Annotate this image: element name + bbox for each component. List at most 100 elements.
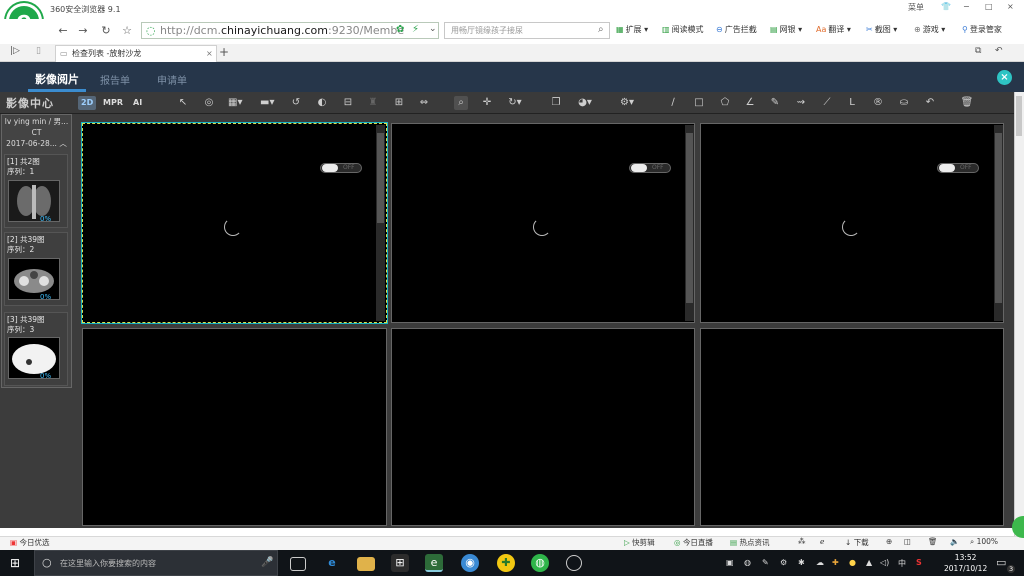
browser-tab[interactable]: ▭ 检查列表 -放射沙龙 ×	[55, 45, 217, 62]
mode-ai-button[interactable]: AI	[130, 96, 145, 110]
zoom-level[interactable]: ⌕ 100%	[970, 537, 998, 547]
back-icon[interactable]: ←	[56, 24, 70, 38]
series-layout-icon[interactable]: ▬▾	[260, 96, 274, 110]
restore-tabs-icon[interactable]: ⧉	[975, 46, 981, 56]
page-scrollbar[interactable]	[1014, 92, 1024, 542]
select-pointer-icon[interactable]: ↖	[176, 96, 190, 110]
rotate-icon[interactable]: ↺	[289, 96, 303, 110]
invert-icon[interactable]: ◐	[315, 96, 329, 110]
edge-icon[interactable]: e	[323, 554, 341, 572]
speed-icon[interactable]: ✿	[396, 24, 404, 35]
arrow-annotation-icon[interactable]: ⇝	[794, 96, 808, 110]
overlay-toggle[interactable]: OFF	[937, 163, 979, 173]
banking-button[interactable]: ▤ 网银 ▾	[770, 24, 802, 35]
trash-status-icon[interactable]: 🗑	[928, 537, 938, 546]
layout-grid-icon[interactable]: ▦▾	[228, 96, 242, 110]
viewport-1-scroll-thumb[interactable]	[377, 133, 384, 223]
undo-icon[interactable]: ↶	[923, 96, 937, 110]
notification-center-icon[interactable]: ▭	[996, 556, 1006, 569]
copy-icon[interactable]: ❐	[549, 96, 563, 110]
line-measure-icon[interactable]: ∕	[666, 96, 680, 110]
download-button[interactable]: ↓ 下载	[845, 537, 869, 548]
maximize-button[interactable]: □	[985, 2, 993, 11]
forward-icon[interactable]: →	[76, 24, 90, 38]
new-tab-button[interactable]: +	[219, 46, 229, 58]
refresh-icon[interactable]: ↻	[99, 24, 113, 38]
ad-block-button[interactable]: ⊖ 广告拦截	[716, 24, 757, 35]
minimize-button[interactable]: −	[963, 2, 970, 11]
page-icon[interactable]: ▯	[36, 46, 41, 56]
close-window-button[interactable]: ×	[1007, 2, 1014, 11]
reset-rotate-icon[interactable]: ↻▾	[508, 96, 522, 110]
page-scrollbar-thumb[interactable]	[1016, 96, 1022, 136]
fit-icon[interactable]: ⊟	[341, 96, 355, 110]
browser-360-taskbar-icon[interactable]: e	[425, 554, 443, 572]
ruler-icon[interactable]: ⟋	[820, 96, 834, 110]
task-view-icon[interactable]	[290, 557, 306, 571]
windows-start-icon[interactable]: ⊞	[10, 556, 24, 570]
mute-icon[interactable]: ◫	[904, 537, 911, 546]
extensions-button[interactable]: ▦ 扩展 ▾	[616, 24, 648, 35]
eraser-icon[interactable]: ✎	[768, 96, 782, 110]
sync-icon[interactable]: ⇔	[417, 96, 431, 110]
polygon-icon[interactable]: ⬠	[718, 96, 732, 110]
browser-search-input[interactable]: 用畅厅镜缘孩子接尿	[444, 22, 610, 39]
chrome-icon[interactable]: ◉	[461, 554, 479, 572]
l-shape-icon[interactable]: L	[845, 96, 859, 110]
stamp-icon[interactable]: ⛀	[897, 96, 911, 110]
mode-2d-button[interactable]: 2D	[78, 96, 97, 110]
sidebar-toggle-icon[interactable]: |▷	[10, 46, 20, 56]
tray-icon-up-arrow[interactable]: ▲	[866, 558, 872, 567]
series-thumbnail-ct-pelvis[interactable]	[8, 258, 60, 300]
screenshot-button[interactable]: ✂ 截图 ▾	[866, 24, 897, 35]
reading-mode-button[interactable]: ▥ 阅读模式	[662, 24, 704, 35]
series-thumbnail-ct-body[interactable]	[8, 337, 60, 379]
ie-icon[interactable]: ℯ	[820, 537, 824, 546]
tray-icon-cloud[interactable]: ☁	[816, 558, 824, 567]
undo-close-icon[interactable]: ↶	[995, 46, 1003, 56]
login-manager-button[interactable]: ⚲ 登录管家	[962, 24, 1002, 35]
tab-application[interactable]: 申请单	[157, 72, 187, 87]
close-app-icon[interactable]: ×	[997, 70, 1012, 85]
menu-button[interactable]: 菜单	[908, 2, 924, 13]
tray-icon-security[interactable]: ✚	[832, 558, 839, 567]
skin-icon[interactable]: 👕	[941, 2, 951, 11]
tools-icon[interactable]: ⊕	[886, 537, 892, 546]
favorite-star-icon[interactable]: ☆	[120, 24, 134, 38]
tray-icon-bluetooth[interactable]: ✱	[798, 558, 805, 567]
overlay-toggle[interactable]: OFF	[320, 163, 362, 173]
window-level-icon[interactable]: ◎	[202, 96, 216, 110]
tray-icon-cube[interactable]: ▣	[726, 558, 734, 567]
lightning-icon[interactable]: ⚡	[412, 24, 419, 35]
viewport-2-scrollbar[interactable]	[685, 125, 694, 321]
translate-button[interactable]: Aa 翻译 ▾	[816, 24, 851, 35]
obs-icon[interactable]	[566, 555, 582, 571]
tray-icon-volume[interactable]: ◁)	[880, 558, 889, 567]
tab-report[interactable]: 报告单	[100, 72, 130, 87]
file-explorer-icon[interactable]	[357, 557, 375, 571]
wand-icon[interactable]: ⁂	[798, 537, 806, 546]
tray-icon-sogou[interactable]: S	[916, 558, 922, 567]
wechat-icon[interactable]: ◍	[531, 554, 549, 572]
viewport-6[interactable]	[700, 328, 1004, 526]
tab-image-reading[interactable]: 影像阅片	[35, 71, 79, 87]
url-dropdown-icon[interactable]: ⌄	[429, 24, 437, 34]
angle-icon[interactable]: ∠	[743, 96, 757, 110]
tray-icon-pen[interactable]: ✎	[762, 558, 769, 567]
sound-icon[interactable]: 🔈	[950, 537, 959, 546]
url-field[interactable]: ◌ http://dcm.chinayichuang.com:9230/Membe	[141, 22, 439, 39]
system-clock[interactable]: 13:52 2017/10/12	[944, 552, 987, 574]
cine-icon[interactable]: ♜	[366, 96, 380, 110]
daily-picks[interactable]: ▣ 今日优选	[10, 537, 49, 548]
color-map-icon[interactable]: ◕▾	[578, 96, 592, 110]
viewport-2-scroll-thumb[interactable]	[686, 133, 693, 303]
search-icon[interactable]: ⌕	[598, 24, 604, 35]
viewport-4[interactable]	[82, 328, 387, 526]
reference-icon[interactable]: ⊞	[392, 96, 406, 110]
microphone-icon[interactable]: 🎤	[261, 557, 273, 568]
ime-indicator[interactable]: 中	[898, 558, 906, 569]
collapse-chevron-icon[interactable]: ︿	[59, 139, 67, 148]
tray-icon-wechat[interactable]: ◍	[744, 558, 751, 567]
close-tab-icon[interactable]: ×	[206, 46, 213, 61]
overlay-toggle[interactable]: OFF	[629, 163, 671, 173]
